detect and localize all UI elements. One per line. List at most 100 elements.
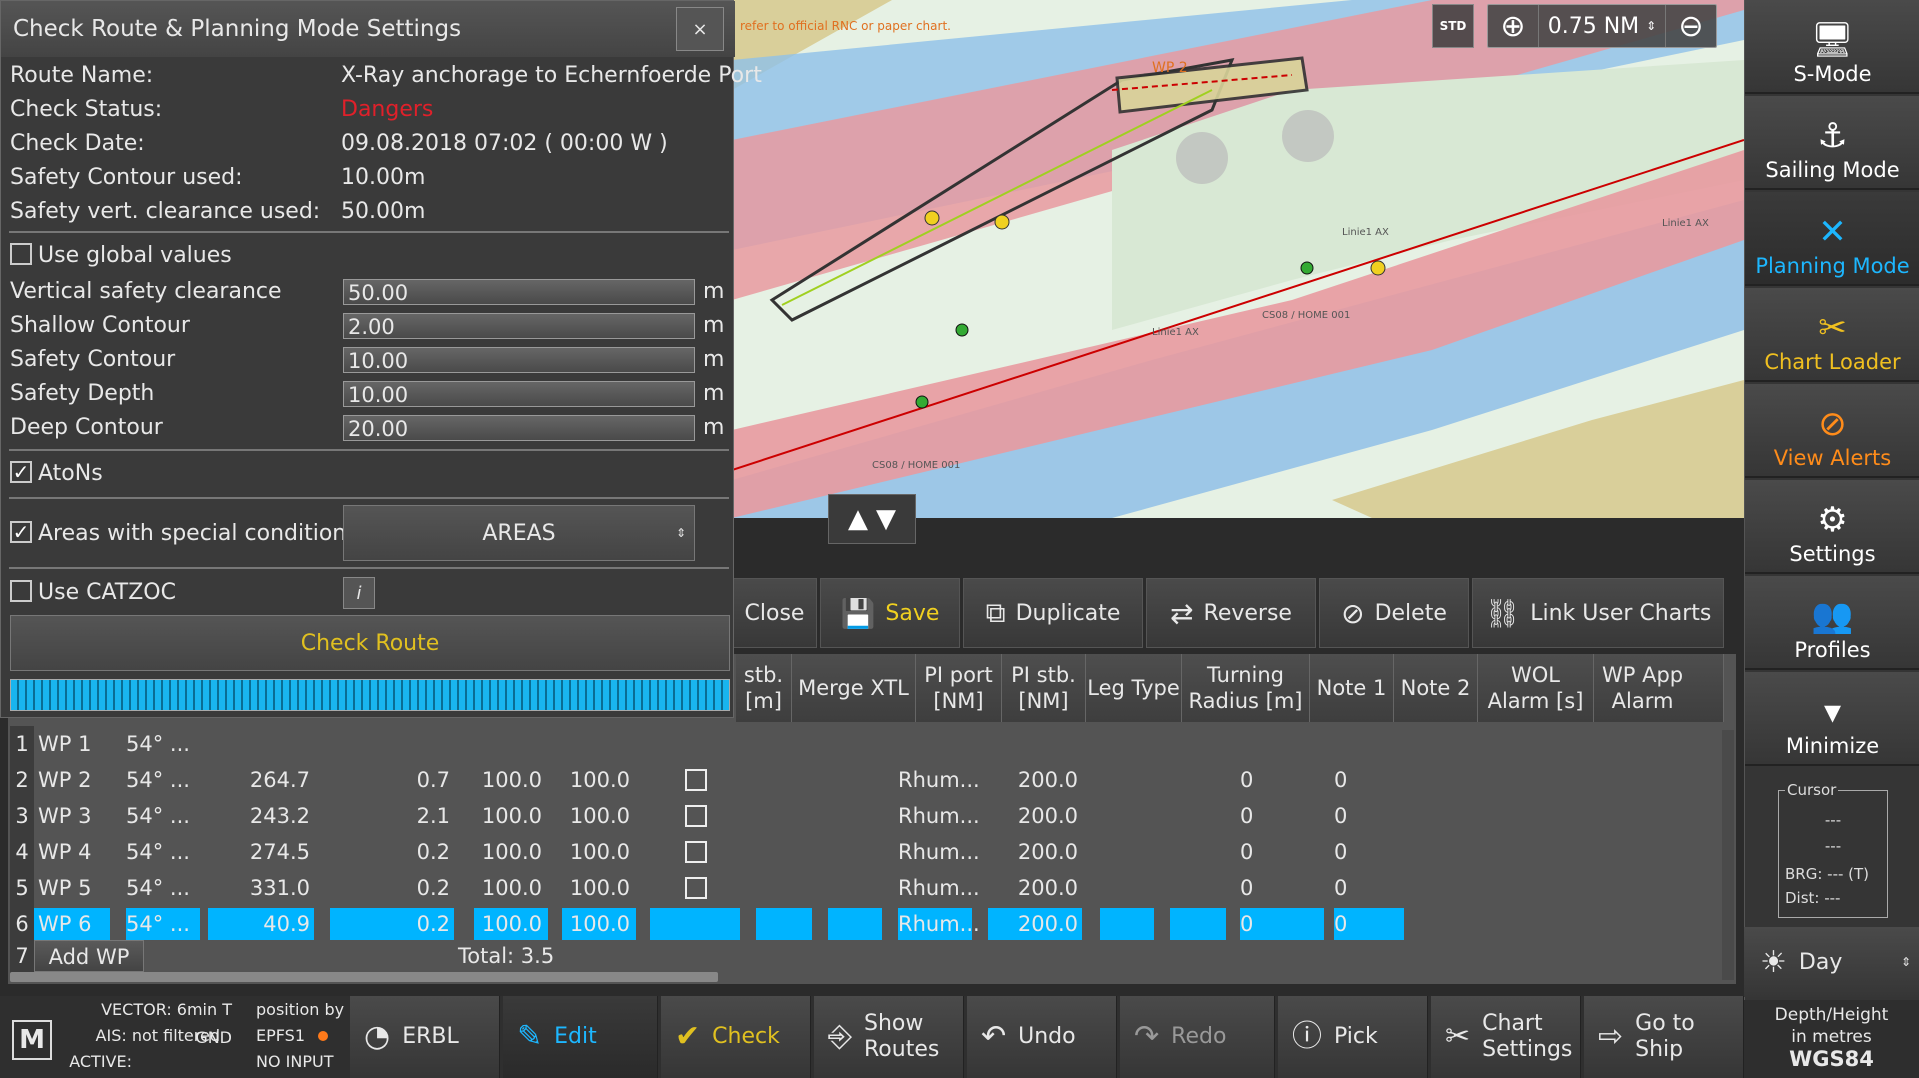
cell-wol[interactable]: 0 (1240, 762, 1324, 798)
duplicate-button[interactable]: ⧉ Duplicate (963, 578, 1143, 648)
zoom-in-icon[interactable]: ⊕ (1488, 5, 1538, 47)
waypoint-name[interactable]: WP 3 (38, 798, 91, 834)
zoom-range-select[interactable]: 0.75 NM ⇕ (1538, 5, 1666, 47)
s-mode-button[interactable]: 🖥 S-Mode (1745, 0, 1919, 94)
cell-pos[interactable]: 54° ... (126, 798, 198, 834)
col-header-wol-alarm[interactable]: WOL Alarm [s] (1478, 654, 1594, 722)
cell-radius[interactable]: 200.0 (988, 870, 1082, 906)
deep-contour-input[interactable]: 20.00 (343, 415, 695, 441)
cell-leg[interactable]: Rhum... (898, 798, 980, 834)
selected-cell[interactable] (828, 908, 882, 940)
safety-depth-input[interactable]: 10.00 (343, 381, 695, 407)
col-header-turning-radius[interactable]: Turning Radius [m] (1182, 654, 1310, 722)
cell-d[interactable]: 100.0 (562, 762, 634, 798)
merge-xtl-checkbox[interactable] (685, 877, 707, 899)
cell-radius[interactable]: 200.0 (988, 834, 1082, 870)
selected-cell[interactable] (1170, 908, 1226, 940)
checkbox-box[interactable]: ✓ (10, 521, 32, 543)
cell-app[interactable]: 0 (1334, 870, 1404, 906)
cell-pos[interactable]: 54° ... (126, 726, 198, 762)
profiles-button[interactable]: 👥 Profiles (1745, 576, 1919, 670)
cell-leg[interactable]: Rhum... (898, 906, 980, 942)
cell-radius[interactable]: 200.0 (988, 906, 1082, 942)
cell-b[interactable]: 0.2 (330, 906, 454, 942)
cell-radius[interactable]: 200.0 (988, 798, 1082, 834)
info-icon[interactable]: i (343, 577, 375, 609)
panel-close-button[interactable]: × (676, 7, 724, 51)
cell-leg[interactable]: Rhum... (898, 870, 980, 906)
selected-cell[interactable] (1100, 908, 1154, 940)
cell-d[interactable]: 100.0 (562, 834, 634, 870)
cell-c[interactable]: 100.0 (474, 762, 546, 798)
cell-wol[interactable]: 0 (1240, 870, 1324, 906)
table-vertical-scrollbar[interactable] (1722, 730, 1734, 980)
day-night-select[interactable]: ☀ Day ⇕ (1744, 927, 1919, 997)
cell-b[interactable]: 0.2 (330, 870, 454, 906)
col-header-pi-port[interactable]: PI port [NM] (916, 654, 1002, 722)
merge-xtl-checkbox[interactable] (685, 841, 707, 863)
areas-special-conditions-checkbox[interactable]: ✓ Areas with special conditions (10, 519, 358, 549)
col-header-pi-stb[interactable]: PI stb. [NM] (1002, 654, 1086, 722)
cell-radius[interactable] (988, 726, 1082, 762)
sailing-mode-button[interactable]: ⚓ Sailing Mode (1745, 96, 1919, 190)
atons-checkbox[interactable]: ✓ AtoNs (10, 459, 103, 489)
cell-radius[interactable]: 200.0 (988, 762, 1082, 798)
selected-cell[interactable] (756, 908, 812, 940)
table-row[interactable]: 5 WP 5 54° ... 331.0 0.2 100.0 100.0 Rhum... 200… (8, 870, 1718, 906)
checkbox-box[interactable] (10, 580, 32, 602)
cell-a[interactable]: 243.2 (208, 798, 314, 834)
col-header-note2[interactable]: Note 2 (1394, 654, 1478, 722)
chart-settings-button[interactable]: ✂ Chart Settings (1431, 996, 1581, 1078)
view-alerts-button[interactable]: ⊘ View Alerts (1745, 384, 1919, 478)
save-button[interactable]: 💾 Save (820, 578, 960, 648)
go-to-ship-button[interactable]: ⇨ Go to Ship (1584, 996, 1744, 1078)
link-user-charts-button[interactable]: ⛓ Link User Charts (1472, 578, 1724, 648)
arrow-down-icon[interactable]: ▼ (876, 504, 896, 534)
add-wp-button[interactable]: Add WP (34, 940, 144, 972)
cell-app[interactable] (1334, 726, 1404, 762)
checkbox-box[interactable]: ✓ (10, 461, 32, 483)
cell-pos[interactable]: 54° ... (126, 834, 198, 870)
show-routes-button[interactable]: ⎆ Show Routes (814, 996, 964, 1078)
waypoint-name[interactable]: WP 4 (38, 834, 91, 870)
cell-leg[interactable]: Rhum... (898, 762, 980, 798)
undo-button[interactable]: ↶ Undo (967, 996, 1117, 1078)
cell-c[interactable]: 100.0 (474, 834, 546, 870)
cell-c[interactable] (474, 726, 546, 762)
cell-leg[interactable]: Rhum... (898, 834, 980, 870)
cell-a[interactable]: 331.0 (208, 870, 314, 906)
col-header-merge-xtl[interactable]: Merge XTL (792, 654, 916, 722)
waypoint-name[interactable]: WP 2 (38, 762, 91, 798)
m-logo-icon[interactable]: M (12, 1020, 52, 1060)
cell-b[interactable]: 2.1 (330, 798, 454, 834)
table-row[interactable]: 4 WP 4 54° ... 274.5 0.2 100.0 100.0 Rhum... 200… (8, 834, 1718, 870)
check-button[interactable]: ✔ Check (661, 996, 811, 1078)
waypoint-name[interactable]: WP 6 (38, 906, 91, 942)
cell-wol[interactable] (1240, 726, 1324, 762)
planning-mode-button[interactable]: ✕ Planning Mode (1745, 192, 1919, 286)
check-route-button[interactable]: Check Route (10, 615, 730, 671)
panel-resize-arrows[interactable]: ▲ ▼ (828, 494, 916, 544)
cell-pos[interactable]: 54° ... (126, 906, 198, 942)
cell-c[interactable]: 100.0 (474, 906, 546, 942)
shallow-contour-input[interactable]: 2.00 (343, 313, 695, 339)
table-row[interactable]: 2 WP 2 54° ... 264.7 0.7 100.0 100.0 Rhum... 200… (8, 762, 1718, 798)
settings-button[interactable]: ⚙ Settings (1745, 480, 1919, 574)
cell-c[interactable]: 100.0 (474, 798, 546, 834)
cell-pos[interactable]: 54° ... (126, 870, 198, 906)
redo-button[interactable]: ↷ Redo (1120, 996, 1275, 1078)
cell-wol[interactable]: 0 (1240, 798, 1324, 834)
areas-select[interactable]: AREAS ⇕ (343, 505, 695, 561)
cell-wol[interactable]: 0 (1240, 834, 1324, 870)
edit-button[interactable]: ✎ Edit (503, 996, 658, 1078)
cell-b[interactable] (330, 726, 454, 762)
chart-map[interactable]: refer to official RNC or paper chart. WP… (732, 0, 1744, 518)
vertical-safety-clearance-input[interactable]: 50.00 (343, 279, 695, 305)
cell-d[interactable]: 100.0 (562, 870, 634, 906)
waypoint-name[interactable]: WP 1 (38, 726, 91, 762)
table-row[interactable]: 1 WP 1 54° ... (8, 726, 1718, 762)
cell-a[interactable]: 40.9 (208, 906, 314, 942)
col-header-stb[interactable]: stb. [m] (736, 654, 792, 722)
col-header-note1[interactable]: Note 1 (1310, 654, 1394, 722)
delete-button[interactable]: ⊘ Delete (1319, 578, 1469, 648)
